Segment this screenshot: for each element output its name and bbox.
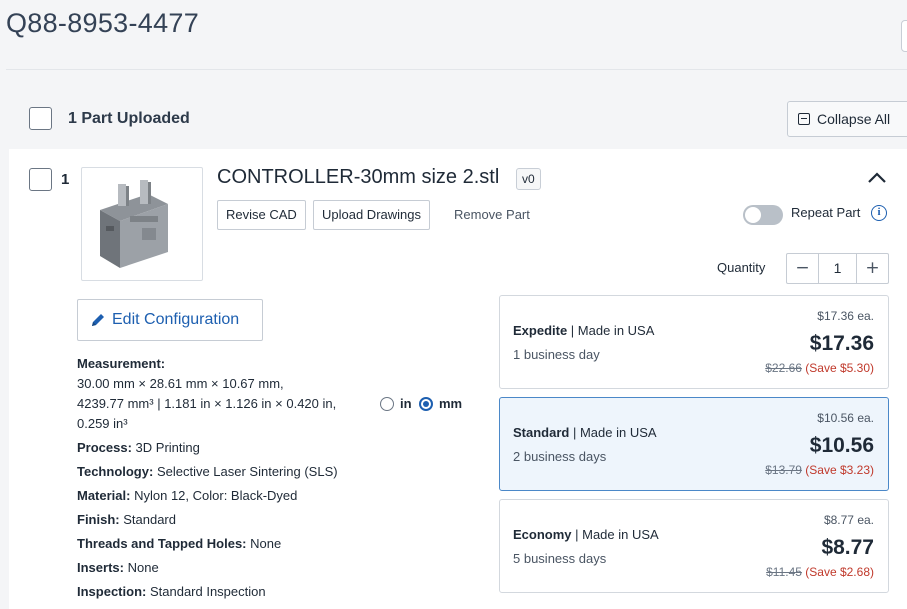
- price-each: $8.77 ea.: [823, 513, 874, 527]
- edit-configuration-label: Edit Configuration: [112, 311, 240, 328]
- spec-threads: Threads and Tapped Holes: None: [77, 536, 282, 551]
- price-option-expedite[interactable]: Expedite | Made in USA 1 business day $1…: [499, 295, 889, 389]
- collapse-square-icon: [798, 113, 810, 125]
- edit-configuration-button[interactable]: Edit Configuration: [77, 299, 263, 341]
- measurement-label: Measurement:: [77, 356, 166, 371]
- spec-inspection: Inspection: Standard Inspection: [77, 584, 266, 599]
- revise-cad-button[interactable]: Revise CAD: [217, 200, 306, 230]
- measurement-line-1: 30.00 mm × 28.61 mm × 10.67 mm,: [77, 376, 284, 391]
- part-index: 1: [61, 171, 70, 188]
- price-savings: $13.79 (Save $3.23): [765, 463, 874, 477]
- info-icon[interactable]: i: [871, 205, 887, 221]
- price-savings: $22.66 (Save $5.30): [765, 361, 874, 375]
- part-thumbnail[interactable]: [81, 167, 203, 281]
- spec-inserts: Inserts: None: [77, 560, 159, 575]
- price-option-economy[interactable]: Economy | Made in USA 5 business days $8…: [499, 499, 889, 593]
- parts-uploaded-label: 1 Part Uploaded: [68, 110, 190, 127]
- price-tier-lead-time: 5 business days: [513, 551, 607, 566]
- repeat-part-toggle[interactable]: [743, 205, 783, 225]
- select-all-checkbox[interactable]: [29, 107, 52, 130]
- quantity-stepper: − 1 +: [786, 253, 889, 284]
- chevron-up-icon[interactable]: [866, 168, 888, 186]
- price-tier-title: Expedite | Made in USA: [513, 323, 655, 338]
- pencil-icon: [92, 314, 104, 326]
- unit-in-option[interactable]: in: [380, 396, 412, 411]
- spec-technology: Technology: Selective Laser Sintering (S…: [77, 464, 338, 479]
- remove-part-link[interactable]: Remove Part: [454, 207, 530, 222]
- price-savings: $11.45 (Save $2.68): [766, 565, 874, 579]
- header-divider: [6, 69, 907, 70]
- spec-finish: Finish: Standard: [77, 512, 176, 527]
- measurement-line-2: 4239.77 mm³ | 1.181 in × 1.126 in × 0.42…: [77, 396, 337, 411]
- part-filename[interactable]: CONTROLLER-30mm size 2.stl: [217, 166, 499, 189]
- price-tier-lead-time: 2 business days: [513, 449, 607, 464]
- price-tier-title: Standard | Made in USA: [513, 425, 657, 440]
- price-each: $17.36 ea.: [817, 309, 874, 323]
- price-tier-lead-time: 1 business day: [513, 347, 600, 362]
- collapse-all-label: Collapse All: [817, 111, 891, 127]
- quantity-input[interactable]: 1: [818, 254, 857, 283]
- price-total: $17.36: [809, 332, 874, 355]
- part-checkbox[interactable]: [29, 168, 52, 191]
- part-3d-render-icon: [100, 180, 168, 268]
- price-total: $8.77: [821, 536, 874, 559]
- quantity-label: Quantity: [717, 260, 766, 275]
- price-total: $10.56: [809, 434, 874, 457]
- repeat-part-label: Repeat Part: [791, 205, 861, 220]
- unit-in-label: in: [400, 396, 412, 411]
- quote-id: Q88-8953-4477: [6, 8, 200, 38]
- version-badge[interactable]: v0: [516, 168, 541, 190]
- unit-in-radio[interactable]: [380, 396, 394, 411]
- price-tier-title: Economy | Made in USA: [513, 527, 659, 542]
- quantity-decrement-button[interactable]: −: [787, 254, 818, 283]
- unit-mm-radio[interactable]: [419, 396, 433, 411]
- price-option-standard[interactable]: Standard | Made in USA 2 business days $…: [499, 397, 889, 491]
- collapse-all-button[interactable]: Collapse All: [787, 101, 907, 137]
- spec-material: Material: Nylon 12, Color: Black-Dyed: [77, 488, 298, 503]
- spec-process: Process: 3D Printing: [77, 440, 200, 455]
- unit-mm-option[interactable]: mm: [419, 396, 462, 411]
- price-each: $10.56 ea.: [817, 411, 874, 425]
- quantity-increment-button[interactable]: +: [857, 254, 888, 283]
- upload-drawings-button[interactable]: Upload Drawings: [313, 200, 430, 230]
- header-action-button[interactable]: [901, 20, 907, 52]
- unit-mm-label: mm: [439, 396, 463, 411]
- measurement-line-3: 0.259 in³: [77, 416, 128, 431]
